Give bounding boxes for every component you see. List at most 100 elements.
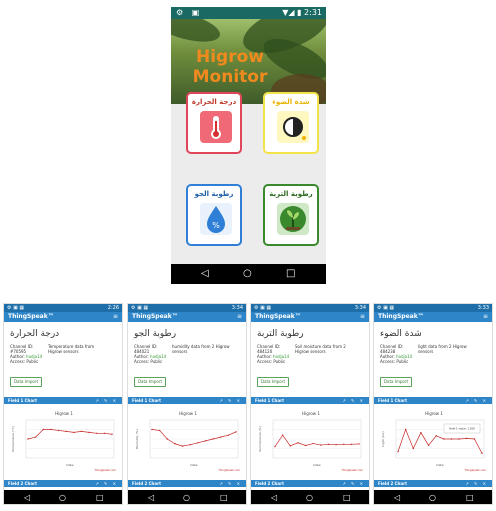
channel-title: شدة الضوء (380, 329, 422, 339)
water-drop-icon: % (200, 203, 232, 235)
data-point (466, 437, 468, 440)
temperature-tile[interactable]: درجة الحرارة (186, 92, 242, 154)
channel-title: رطوبة الجو (134, 329, 177, 339)
data-point (350, 443, 353, 446)
data-import-button[interactable]: Data Import (10, 377, 42, 387)
data-point (481, 452, 483, 454)
navigation-bar: ◁ ○ □ (251, 490, 369, 504)
data-point (335, 444, 337, 446)
chart-action-icons[interactable]: ↗ ✎ ✕ (342, 480, 365, 487)
line-chart: Higrow 1 Light (lux) Date ThingSpeak.com Fie… (378, 408, 490, 474)
status-bar: ⚙ ▣ ▦ 3:33 (374, 304, 492, 312)
chart-footer-link: ThingSpeak.com (218, 468, 240, 472)
data-point (166, 438, 168, 440)
recent-apps-button[interactable]: □ (96, 493, 104, 502)
recent-apps-button[interactable]: □ (466, 493, 474, 502)
recent-apps-button[interactable]: □ (343, 493, 351, 502)
data-import-button[interactable]: Data Import (257, 377, 289, 387)
app-header: ThingSpeak™ ≡ (128, 312, 246, 322)
field1-chart-header: Field 1 Chart ↗ ✎ ✕ (128, 397, 246, 404)
light-tile[interactable]: شدة الضوء (263, 92, 319, 154)
app-header: ThingSpeak™ ≡ (251, 312, 369, 322)
status-icons-left: ⚙ ▣ ▦ (377, 305, 395, 311)
brand-label: ThingSpeak™ (132, 313, 178, 320)
data-point (220, 436, 222, 438)
back-button[interactable]: ◁ (201, 268, 209, 280)
data-point (289, 445, 291, 447)
channel-description: Soil moisture data from 2 Higrow sensors (295, 344, 346, 354)
data-point (420, 431, 422, 434)
status-bar: ⚙ ▣ ▼◢ ▮ 2:31 (171, 7, 326, 19)
data-point (274, 445, 276, 448)
status-time: 3:34 (354, 305, 366, 311)
status-bar: ⚙ ▣ ▦ 2:26 (4, 304, 122, 312)
field1-chart-header: Field 1 Chart ↗ ✎ ✕ (251, 397, 369, 404)
status-icons-left: ⚙ ▣ (176, 8, 203, 17)
status-icons-left: ⚙ ▣ ▦ (131, 305, 149, 311)
menu-icon[interactable]: ≡ (237, 312, 242, 322)
back-button[interactable]: ◁ (24, 493, 30, 502)
humidity-tile[interactable]: رطوبة الجو % (186, 184, 242, 246)
chart-action-icons[interactable]: ↗ ✎ ✕ (219, 397, 242, 404)
x-axis-label: Date (190, 463, 197, 467)
home-button[interactable]: ○ (429, 493, 436, 502)
menu-icon[interactable]: ≡ (360, 312, 365, 322)
recent-apps-button[interactable]: □ (220, 493, 228, 502)
data-point (96, 432, 98, 434)
chart-footer-link: ThingSpeak.com (464, 468, 486, 472)
data-point (151, 428, 153, 431)
channel-title: رطوبة التربة (257, 329, 304, 339)
chart-title: Higrow 1 (179, 411, 197, 416)
home-button[interactable]: ○ (59, 493, 66, 502)
channel-info: Channel ID: 484120 Author: hodja14 Acces… (257, 344, 292, 364)
channel-info: Channel ID: 484021 Author: hodja14 Acces… (134, 344, 169, 364)
home-button[interactable]: ○ (243, 268, 252, 280)
status-icons-left: ⚙ ▣ ▦ (254, 305, 272, 311)
field1-chart-header: Field 1 Chart ↗ ✎ ✕ (374, 397, 492, 404)
data-import-button[interactable]: Data Import (134, 377, 166, 387)
chart-action-icons[interactable]: ↗ ✎ ✕ (465, 480, 488, 487)
y-axis-label: Temperature (°C) (11, 426, 15, 453)
data-point (50, 428, 52, 431)
chart-action-icons[interactable]: ↗ ✎ ✕ (95, 480, 118, 487)
recent-apps-button[interactable]: □ (286, 268, 295, 280)
data-point (111, 433, 113, 435)
data-import-button[interactable]: Data Import (380, 377, 412, 387)
data-point (181, 445, 184, 447)
channel-description: humidity data from 2 Higrow sensors (172, 344, 230, 354)
chart-action-icons[interactable]: ↗ ✎ ✕ (465, 397, 488, 404)
data-point (404, 428, 407, 431)
tiles-grid: درجة الحرارة شدة الضوء رطوبة الجو % رطوب… (171, 92, 326, 264)
data-point (358, 443, 360, 445)
main-app-screen: ⚙ ▣ ▼◢ ▮ 2:31 Higrow Monitor درجة الحرار… (171, 7, 326, 284)
x-axis-label: Date (436, 463, 443, 467)
field2-chart-header: Field 2 Chart ↗ ✎ ✕ (374, 480, 492, 487)
back-button[interactable]: ◁ (271, 493, 277, 502)
chart-action-icons[interactable]: ↗ ✎ ✕ (342, 397, 365, 404)
data-point (80, 430, 83, 433)
line-chart: Higrow 1 Humidity (%) Date ThingSpeak.com (132, 408, 244, 474)
line-chart: Higrow 1 Temperature (°C) Date ThingSpeak.c… (8, 408, 120, 474)
chart-action-icons[interactable]: ↗ ✎ ✕ (219, 480, 242, 487)
channel-info: Channel ID: 484238 Author: hodja14 Acces… (380, 344, 415, 364)
chart-title: Higrow 1 (55, 411, 73, 416)
data-point (281, 434, 284, 436)
menu-icon[interactable]: ≡ (483, 312, 488, 322)
soil-moisture-tile[interactable]: رطوبة التربة (263, 184, 319, 246)
home-button[interactable]: ○ (183, 493, 190, 502)
status-icons-right: ▼◢ ▮ 2:31 (282, 8, 322, 17)
data-point (397, 450, 399, 453)
home-button[interactable]: ○ (306, 493, 313, 502)
plant-icon (277, 203, 309, 235)
data-point (189, 444, 191, 446)
back-button[interactable]: ◁ (148, 493, 154, 502)
back-button[interactable]: ◁ (394, 493, 400, 502)
menu-icon[interactable]: ≡ (113, 312, 118, 322)
data-point (443, 438, 445, 440)
y-axis-label: Humidity (%) (135, 429, 139, 449)
field2-chart-header: Field 2 Chart ↗ ✎ ✕ (4, 480, 122, 487)
data-point (227, 434, 230, 436)
data-point (458, 438, 460, 440)
app-title: Higrow Monitor (192, 47, 268, 87)
chart-action-icons[interactable]: ↗ ✎ ✕ (95, 397, 118, 404)
